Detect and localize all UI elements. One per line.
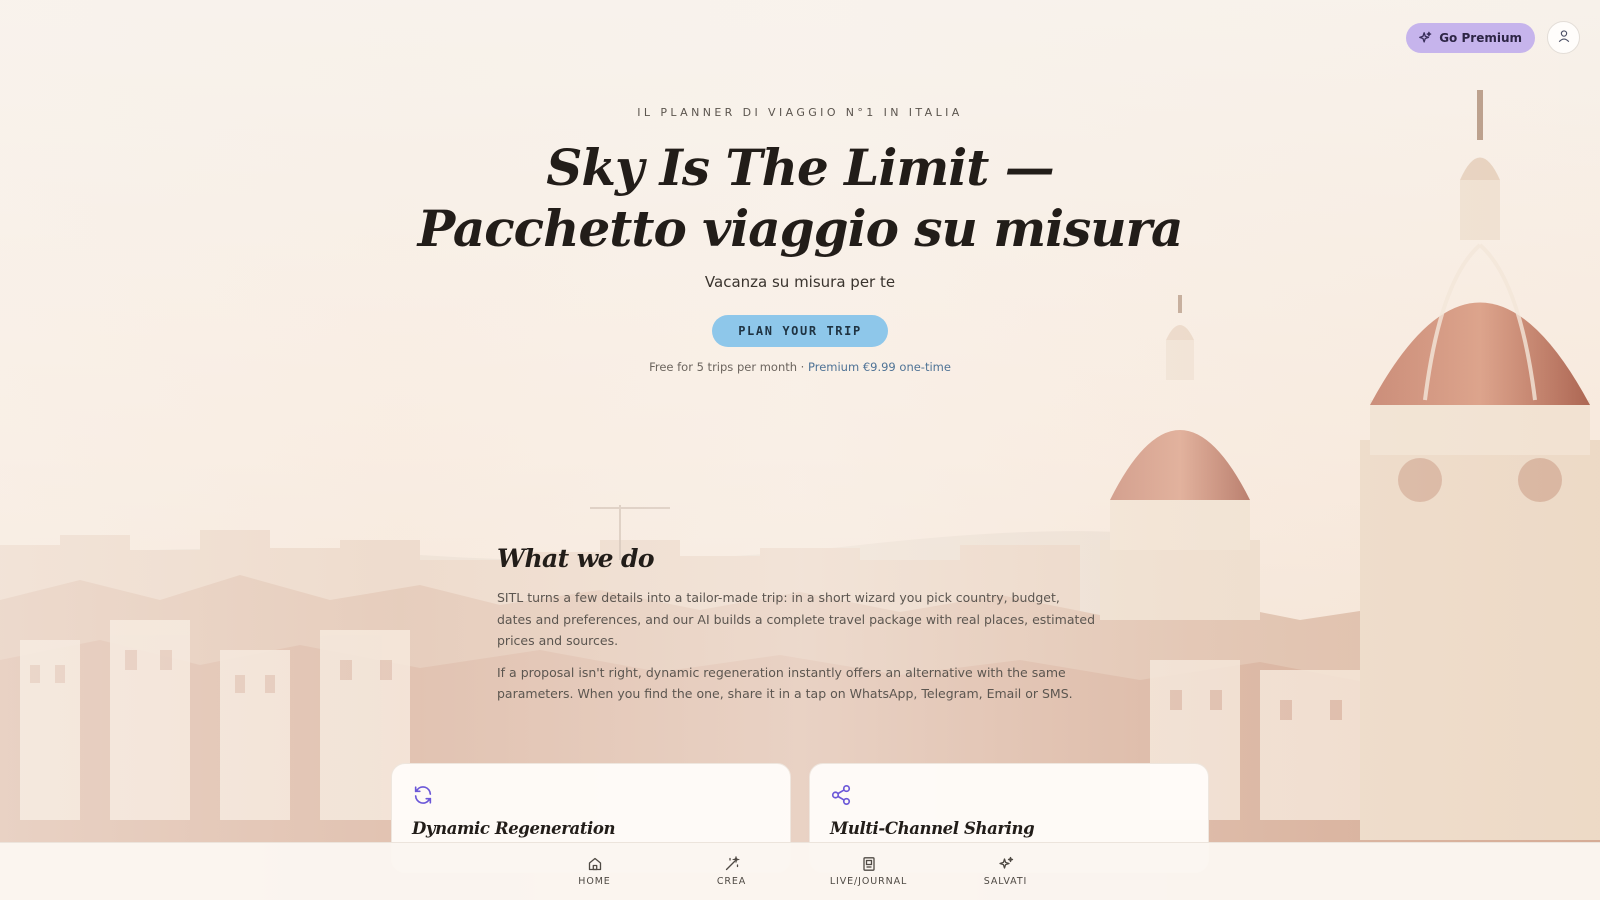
what-we-do-heading: What we do: [497, 544, 655, 573]
hero-eyebrow: IL PLANNER DI VIAGGIO N°1 IN ITALIA: [637, 106, 963, 119]
feature-title: Dynamic Regeneration: [412, 819, 616, 838]
plan-your-trip-button[interactable]: PLAN YOUR TRIP: [712, 315, 888, 347]
title-line-2: Pacchetto viaggio su misura: [417, 199, 1184, 258]
nav-label: SALVATI: [983, 876, 1028, 887]
pricing-note: Free for 5 trips per month · Premium €9.…: [0, 360, 1600, 374]
user-icon: [1557, 28, 1571, 47]
what-we-do-paragraph-1: SITL turns a few details into a tailor-m…: [497, 590, 1096, 648]
sparkles-icon: [1418, 31, 1432, 45]
nav-label: HOME: [578, 876, 611, 887]
nav-item-live-journal[interactable]: LIVE/JOURNAL: [830, 843, 907, 900]
home-icon: [587, 856, 603, 872]
go-premium-label: Go Premium: [1439, 30, 1522, 45]
what-we-do-paragraph-2: If a proposal isn't right, dynamic regen…: [497, 664, 1073, 702]
page-title: Sky Is The Limit — Pacchetto viaggio su …: [0, 137, 1600, 259]
nav-item-crea[interactable]: CREA: [693, 843, 770, 900]
premium-pricing-link[interactable]: Premium €9.99 one-time: [808, 360, 951, 374]
nav-label: CREA: [716, 876, 747, 887]
nav-item-salvati[interactable]: SALVATI: [967, 843, 1044, 900]
nav-label: LIVE/JOURNAL: [829, 876, 908, 887]
header-actions: Go Premium: [1406, 21, 1580, 54]
go-premium-button[interactable]: Go Premium: [1406, 22, 1535, 53]
nav-item-home[interactable]: HOME: [556, 843, 633, 900]
magic-wand-icon: [724, 855, 740, 872]
profile-button[interactable]: [1547, 21, 1580, 54]
title-line-1: Sky Is The Limit —: [546, 138, 1054, 197]
pricing-free-text: Free for 5 trips per month ·: [649, 360, 808, 374]
hero-subtitle: Vacanza su misura per te: [704, 273, 896, 291]
what-we-do-section: What we do SITL turns a few details into…: [497, 544, 1097, 705]
bottom-nav: HOME CREA LIVE/JOURNAL SALVATI: [0, 842, 1600, 900]
feature-title: Multi-Channel Sharing: [830, 819, 1035, 838]
refresh-icon: [412, 784, 434, 806]
journal-icon: [861, 856, 877, 872]
hero-section: IL PLANNER DI VIAGGIO N°1 IN ITALIA Sky …: [0, 106, 1600, 374]
share-icon: [830, 784, 852, 806]
sparkles-icon: [998, 856, 1014, 872]
